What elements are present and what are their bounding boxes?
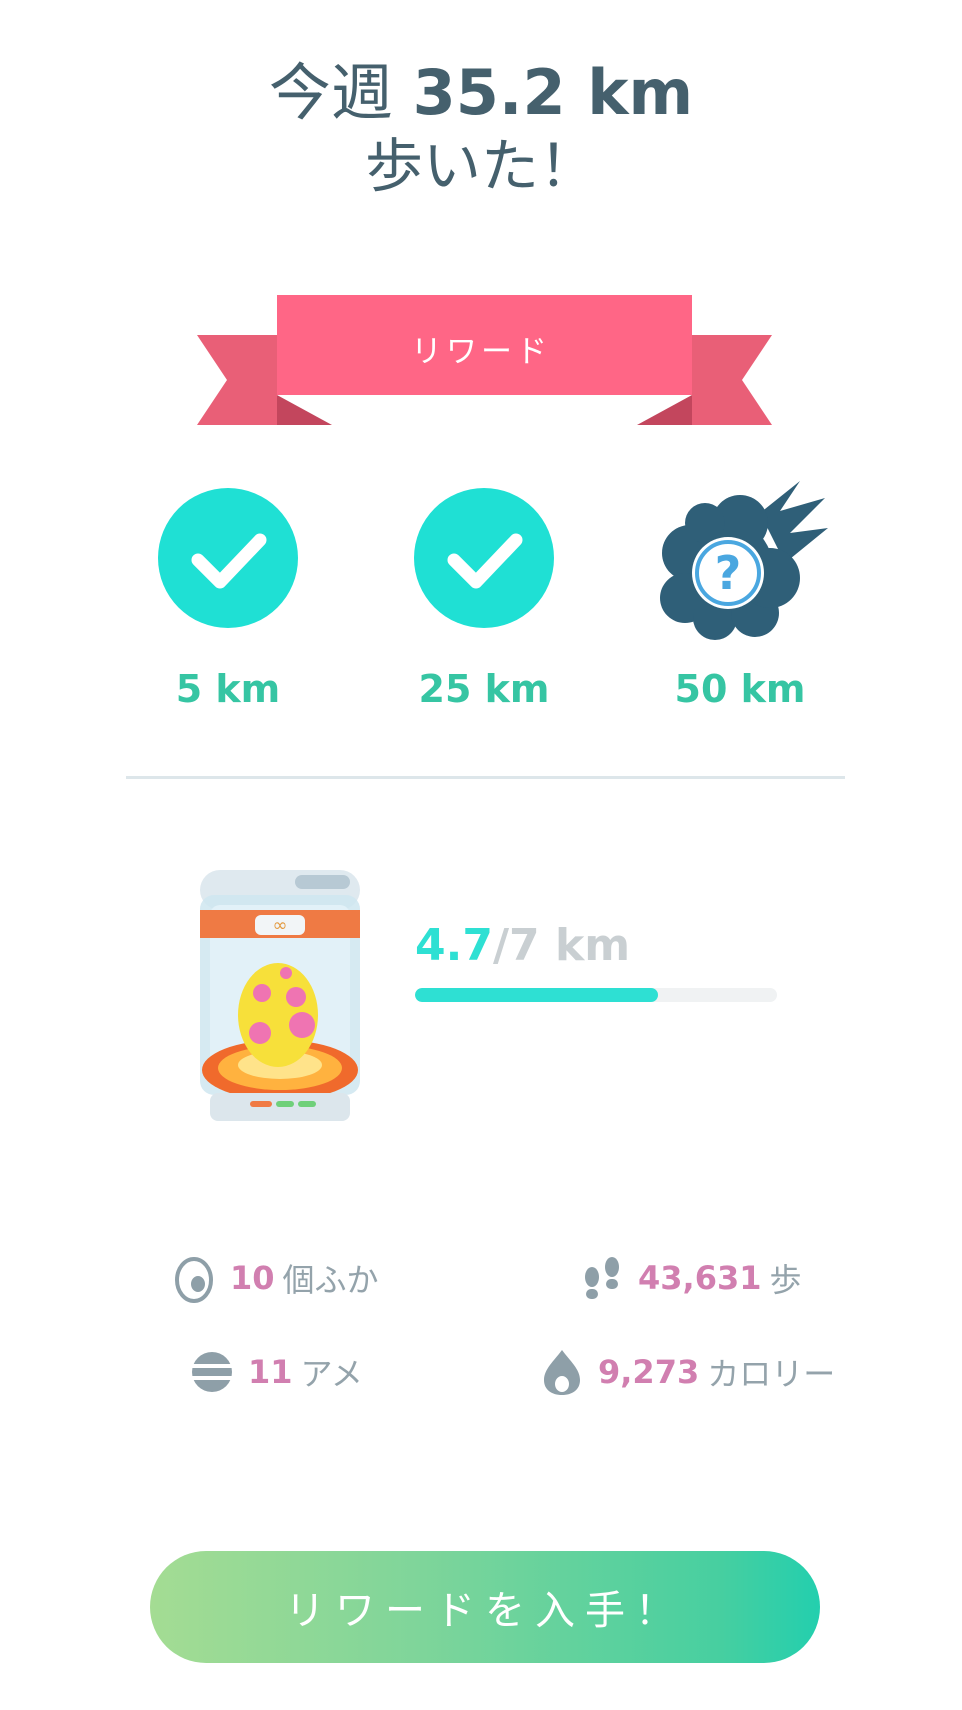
egg-progress-total: /7 km	[492, 920, 631, 971]
footprints-icon	[585, 1257, 619, 1299]
page-title: 今週 35.2 km	[0, 55, 962, 131]
stat-value: 11	[248, 1353, 293, 1391]
stat-unit: カロリー	[707, 1355, 836, 1393]
svg-text:?: ?	[715, 546, 742, 600]
get-reward-button[interactable]: リワードを入手！	[150, 1551, 820, 1663]
egg-progress-fill	[415, 988, 658, 1002]
milestone-label: 25 km	[418, 667, 550, 711]
egg-progress-current: 4.7	[415, 920, 493, 971]
stat-unit: 個ふか	[282, 1261, 379, 1299]
flame-icon	[544, 1350, 580, 1395]
incubator-egg-icon: ∞	[200, 870, 360, 1121]
ribbon-label: リワード	[411, 334, 551, 370]
milestone-5km: 5 km	[128, 463, 328, 733]
mystery-reward-icon: ?	[660, 481, 828, 640]
stat-unit: 歩	[769, 1261, 802, 1299]
stat-candy: 11 アメ	[190, 1342, 363, 1402]
weekly-distance: 35.2 km	[412, 56, 694, 129]
stat-steps: 43,631 歩	[580, 1248, 802, 1308]
svg-text:∞: ∞	[273, 915, 288, 936]
stat-calories: 9,273 カロリー	[540, 1342, 835, 1402]
milestone-label: 5 km	[175, 667, 281, 711]
milestone-50km: ? 50 km	[640, 463, 840, 733]
title-prefix: 今週	[268, 56, 393, 129]
egg-progress-bar	[415, 988, 777, 1002]
stat-value: 43,631	[638, 1259, 762, 1297]
egg-progress-text: 4.7/7 km	[415, 920, 630, 971]
candy-icon	[192, 1352, 232, 1392]
stat-eggs-hatched: 10 個ふか	[172, 1248, 379, 1308]
page-subtitle: 歩いた！	[364, 132, 597, 200]
stat-unit: アメ	[300, 1355, 363, 1393]
egg-outline-icon	[175, 1257, 213, 1303]
section-divider	[126, 776, 845, 779]
check-icon	[158, 488, 298, 628]
milestone-25km: 25 km	[384, 463, 584, 733]
check-icon	[414, 488, 554, 628]
stat-value: 10	[230, 1259, 275, 1297]
stat-value: 9,273	[598, 1353, 700, 1391]
milestone-label: 50 km	[674, 667, 806, 711]
